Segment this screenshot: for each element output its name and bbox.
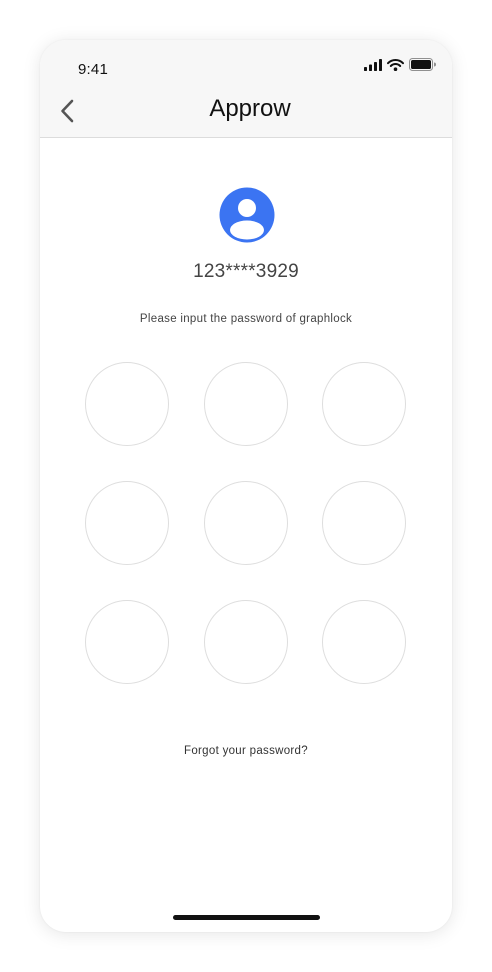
pattern-dot-2[interactable] [204, 362, 288, 446]
pattern-dot-4[interactable] [85, 481, 169, 565]
pattern-dot-7[interactable] [85, 600, 169, 684]
battery-icon [409, 58, 436, 76]
phone-screen: 9:41 Approw 123****3929 Please input the… [40, 40, 452, 932]
pattern-dot-1[interactable] [85, 362, 169, 446]
header: 9:41 Approw [40, 40, 452, 138]
forgot-password-link[interactable]: Forgot your password? [40, 745, 452, 757]
avatar [219, 187, 275, 243]
wifi-icon [387, 58, 404, 76]
status-icons [364, 58, 436, 76]
pattern-dot-3[interactable] [322, 362, 406, 446]
instruction-text: Please input the password of graphlock [139, 313, 353, 325]
page-title: Approw [209, 95, 291, 122]
status-time: 9:41 [78, 61, 108, 78]
pattern-dot-5[interactable] [204, 481, 288, 565]
signal-icon [364, 58, 382, 76]
pattern-dot-9[interactable] [322, 600, 406, 684]
account-number: 123****3929 [193, 261, 299, 282]
pattern-dot-6[interactable] [322, 481, 406, 565]
home-indicator[interactable] [173, 915, 320, 920]
pattern-dot-8[interactable] [204, 600, 288, 684]
user-icon [219, 187, 275, 243]
